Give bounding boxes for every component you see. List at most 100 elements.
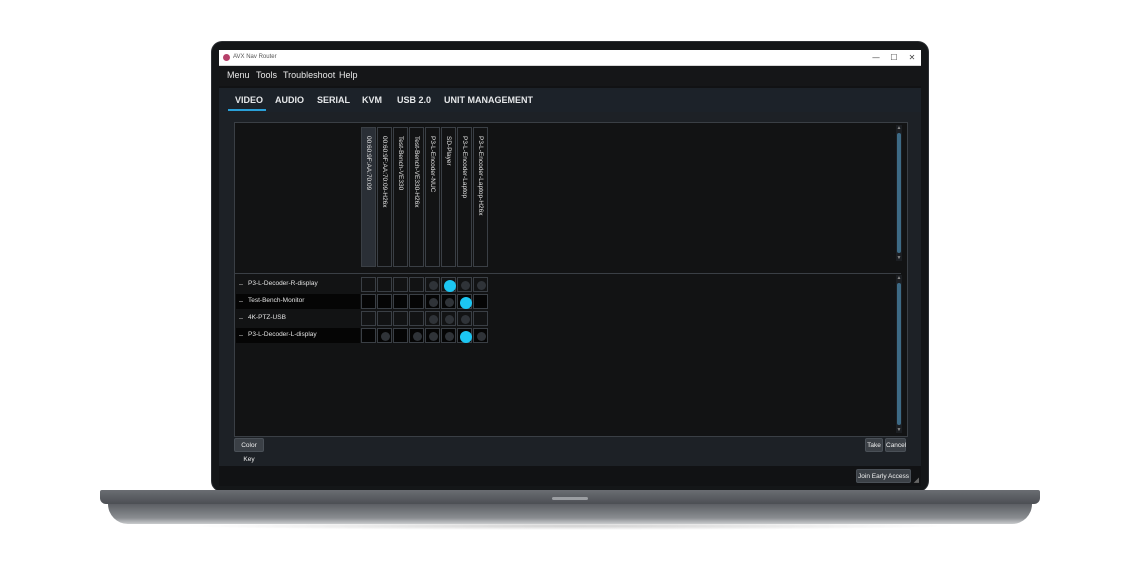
column-header[interactable]: 00:60:9F:AA:70:09-H26x [377,127,392,267]
column-header[interactable]: Test-Bench-VE330-H26x [409,127,424,267]
row-scroll-thumb[interactable] [897,283,901,425]
route-cell[interactable] [377,294,392,309]
column-header[interactable]: SD-Player [441,127,456,267]
route-cell[interactable] [425,328,440,343]
column-scroll-thumb[interactable] [897,133,901,253]
scroll-up-icon[interactable]: ▲ [896,125,902,131]
scroll-down-icon[interactable]: ▼ [896,255,902,261]
destination-row[interactable]: 4K-PTZ-USB [236,311,360,326]
menu-troubleshoot[interactable]: Troubleshoot [283,70,335,80]
active-route-icon [443,279,456,292]
join-early-access-button[interactable]: Join Early Access [856,469,911,483]
close-button[interactable]: ✕ [903,50,921,65]
route-cell[interactable] [473,294,488,309]
route-cell[interactable] [441,294,456,309]
routing-matrix: 00:60:9F:AA:70:09 00:60:9F:AA:70:09-H26x T… [234,122,908,437]
route-cell[interactable] [441,311,456,326]
tab-kvm[interactable]: KVM [362,95,382,105]
available-route-icon [477,332,486,341]
column-header[interactable]: P3-L-Encoder-Laptop [457,127,472,267]
route-cell[interactable] [409,294,424,309]
route-cell[interactable] [409,328,424,343]
row-scrollbar[interactable]: ▲ ▼ [896,275,902,433]
column-header-label: 00:60:9F:AA:70:09-H26x [381,136,388,208]
available-route-icon [477,281,486,290]
available-route-icon [445,332,454,341]
route-cell[interactable] [457,294,472,309]
color-key-button[interactable]: Color Key [234,438,264,463]
route-cell[interactable] [377,277,392,292]
route-cell[interactable] [377,311,392,326]
tab-audio[interactable]: AUDIO [275,95,304,105]
route-cell[interactable] [377,328,392,343]
route-cell[interactable] [457,328,472,343]
route-cell[interactable] [409,311,424,326]
status-footer: Join Early Access ◢ [219,466,921,486]
route-cell[interactable] [361,294,376,309]
destination-label: Test-Bench-Monitor [248,297,305,304]
column-header-label: 00:60:9F:AA:70:09 [365,136,372,191]
resize-grip-icon[interactable]: ◢ [914,476,919,484]
column-header[interactable]: Test-Bench-VE330 [393,127,408,267]
active-route-icon [459,296,472,309]
route-cell[interactable] [361,277,376,292]
route-cell[interactable] [441,328,456,343]
route-cell[interactable] [361,311,376,326]
route-cell[interactable] [425,277,440,292]
route-cell[interactable] [409,277,424,292]
route-cell[interactable] [393,328,408,343]
route-cell[interactable] [393,311,408,326]
column-header[interactable]: P3-L-Encoder-NUC [425,127,440,267]
matrix-divider [235,273,901,274]
route-cell[interactable] [473,328,488,343]
destination-row[interactable]: Test-Bench-Monitor [236,294,360,309]
video-panel: 00:60:9F:AA:70:09 00:60:9F:AA:70:09-H26x T… [219,112,921,466]
route-cell[interactable] [361,328,376,343]
destination-row[interactable]: P3-L-Decoder-R-display [236,277,360,292]
menu-tools[interactable]: Tools [256,70,277,80]
tab-usb[interactable]: USB 2.0 [397,95,431,105]
available-route-icon [445,315,454,324]
route-cell[interactable] [457,277,472,292]
route-cell[interactable] [393,277,408,292]
take-button[interactable]: Take [865,438,883,452]
row-collapse-icon[interactable] [239,335,243,336]
destination-label: P3-L-Decoder-R-display [248,280,318,287]
available-route-icon [429,315,438,324]
route-cell[interactable] [425,294,440,309]
row-collapse-icon[interactable] [239,284,243,285]
maximize-button[interactable]: ☐ [885,50,903,65]
row-collapse-icon[interactable] [239,318,243,319]
route-cell[interactable] [473,311,488,326]
menu-help[interactable]: Help [339,70,358,80]
route-cell[interactable] [441,277,456,292]
route-cell[interactable] [425,311,440,326]
available-route-icon [461,281,470,290]
cancel-button[interactable]: Cancel [885,438,906,452]
column-header[interactable]: 00:60:9F:AA:70:09 [361,127,376,267]
destination-label: 4K-PTZ-USB [248,314,286,321]
menu-bar: Menu Tools Troubleshoot Help [219,66,921,86]
column-scrollbar[interactable]: ▲ ▼ [896,125,902,261]
route-cell[interactable] [393,294,408,309]
tab-serial[interactable]: SERIAL [317,95,350,105]
minimize-button[interactable]: — [867,50,885,65]
tab-video[interactable]: VIDEO [235,95,263,105]
row-scroll-down-icon[interactable]: ▼ [896,427,902,433]
destination-row[interactable]: P3-L-Decoder-L-display [236,328,360,343]
app-window: AVX Nav Router — ☐ ✕ Menu Tools Troubles… [219,50,921,486]
route-cell[interactable] [473,277,488,292]
route-cell[interactable] [457,311,472,326]
column-header-label: P3-L-Encoder-Laptop-H26x [477,136,484,216]
tab-unit-management[interactable]: UNIT MANAGEMENT [444,95,533,105]
menu-menu[interactable]: Menu [227,70,250,80]
row-scroll-up-icon[interactable]: ▲ [896,275,902,281]
column-header[interactable]: P3-L-Encoder-Laptop-H26x [473,127,488,267]
column-header-label: Test-Bench-VE330 [397,136,404,191]
destination-label: P3-L-Decoder-L-display [248,331,317,338]
column-header-label: SD-Player [445,136,452,166]
available-route-icon [429,281,438,290]
available-route-icon [445,298,454,307]
column-header-label: Test-Bench-VE330-H26x [413,136,420,208]
row-collapse-icon[interactable] [239,301,243,302]
